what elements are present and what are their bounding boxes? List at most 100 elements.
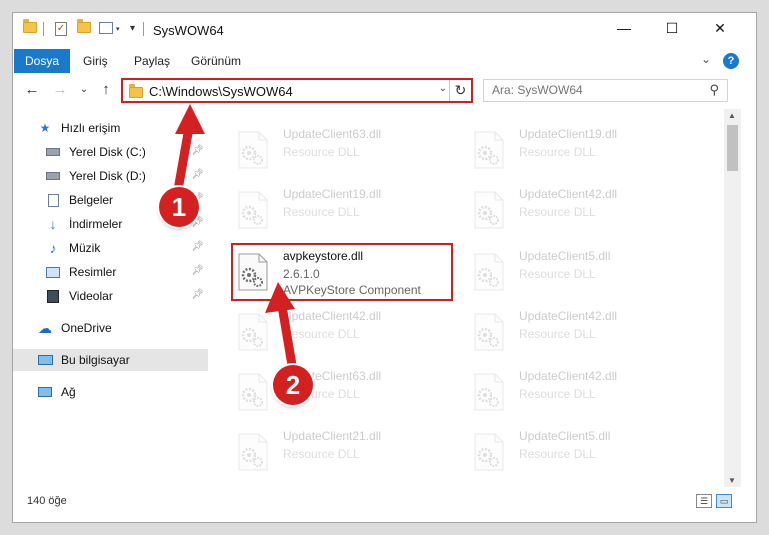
file-detail: Resource DLL <box>283 447 360 461</box>
file-tile[interactable]: UpdateClient42.dll Resource DLL <box>233 305 455 363</box>
sidebar-item-pictures[interactable]: Resimler 📌︎ <box>13 261 208 283</box>
file-tile[interactable]: UpdateClient42.dll Resource DLL <box>469 305 691 363</box>
explorer-window: ✓ ▾ ▾ SysWOW64 — ☐ ✕ Dosya Giriş Paylaş … <box>12 12 757 523</box>
pin-icon: 📌︎ <box>191 169 204 180</box>
dll-file-icon <box>238 373 268 411</box>
file-detail: Resource DLL <box>519 447 596 461</box>
file-name: UpdateClient42.dll <box>283 309 382 323</box>
title-separator-2 <box>143 22 144 36</box>
scroll-down-icon[interactable]: ▼ <box>728 476 736 485</box>
tab-view[interactable]: Görünüm <box>191 54 241 68</box>
file-detail: Resource DLL <box>519 145 596 159</box>
drive-icon <box>45 169 61 183</box>
sidebar-item-label: Hızlı erişim <box>61 121 121 135</box>
dll-file-icon <box>474 433 504 471</box>
file-tile[interactable]: UpdateClient19.dll Resource DLL <box>469 123 691 181</box>
sidebar-item-disk-d[interactable]: Yerel Disk (D:) 📌︎ <box>13 165 208 187</box>
scroll-up-icon[interactable]: ▲ <box>728 111 736 120</box>
file-tile[interactable]: UpdateClient63.dll Resource DLL <box>233 123 455 181</box>
file-tile[interactable]: UpdateClient21.dll Resource DLL <box>233 425 455 483</box>
file-detail: Resource DLL <box>283 327 360 341</box>
vertical-scrollbar[interactable]: ▲ ▼ <box>724 109 741 487</box>
view-details-icon[interactable] <box>99 22 113 34</box>
tab-file[interactable]: Dosya <box>14 49 70 73</box>
sidebar-item-network[interactable]: Ağ <box>13 381 208 403</box>
step-badge-2: 2 <box>273 365 313 405</box>
sidebar-item-label: Videolar <box>69 289 113 303</box>
forward-button[interactable]: → <box>51 79 69 99</box>
minimize-button[interactable]: — <box>601 13 647 43</box>
file-detail: Resource DLL <box>519 387 596 401</box>
drive-icon <box>45 145 61 159</box>
refresh-button[interactable]: ↻ <box>449 80 471 101</box>
navigation-pane: ★ Hızlı erişim Yerel Disk (C:) 📌︎ Yerel … <box>13 109 208 489</box>
file-tile-selected[interactable]: avpkeystore.dll 2.6.1.0 AVPKeyStore Compon… <box>231 243 453 301</box>
file-tile[interactable]: UpdateClient63.dll Resource DLL <box>233 365 455 423</box>
tab-share[interactable]: Paylaş <box>134 54 170 68</box>
file-detail: Resource DLL <box>283 145 360 159</box>
sidebar-item-disk-c[interactable]: Yerel Disk (C:) 📌︎ <box>13 141 208 163</box>
file-tile[interactable]: UpdateClient5.dll Resource DLL <box>469 245 691 303</box>
file-detail: Resource DLL <box>519 327 596 341</box>
sidebar-item-quick-access[interactable]: ★ Hızlı erişim <box>13 117 208 139</box>
pin-icon: 📌︎ <box>191 145 204 156</box>
file-detail: Resource DLL <box>283 205 360 219</box>
dll-file-icon <box>474 131 504 169</box>
network-icon <box>37 385 53 399</box>
sidebar-item-label: Bu bilgisayar <box>61 353 130 367</box>
address-folder-icon <box>129 84 143 98</box>
recent-locations-button[interactable]: ⌄ <box>75 79 93 99</box>
maximize-button[interactable]: ☐ <box>649 13 695 43</box>
pin-icon: 📌︎ <box>191 265 204 276</box>
file-name: UpdateClient42.dll <box>519 309 618 323</box>
dll-file-icon <box>474 373 504 411</box>
dll-file-icon <box>474 313 504 351</box>
properties-check-icon[interactable]: ✓ <box>55 22 67 36</box>
videos-icon <box>45 289 61 303</box>
file-name: UpdateClient19.dll <box>519 127 618 141</box>
step-badge-1: 1 <box>159 187 199 227</box>
file-tile[interactable]: UpdateClient42.dll Resource DLL <box>469 183 691 241</box>
item-count: 140 öğe <box>27 495 67 507</box>
file-name: UpdateClient21.dll <box>283 429 382 443</box>
file-tile[interactable]: UpdateClient19.dll Resource DLL <box>233 183 455 241</box>
file-tile[interactable]: UpdateClient42.dll Resource DLL <box>469 365 691 423</box>
sidebar-item-videos[interactable]: Videolar 📌︎ <box>13 285 208 307</box>
new-folder-icon[interactable] <box>77 19 91 33</box>
details-view-button[interactable]: ☰ <box>696 494 712 508</box>
search-input[interactable] <box>492 83 692 97</box>
computer-icon <box>37 353 53 367</box>
close-button[interactable]: ✕ <box>697 13 743 43</box>
file-name: avpkeystore.dll <box>283 249 364 263</box>
back-button[interactable]: ← <box>23 79 41 99</box>
search-box[interactable]: ⚲ <box>483 79 728 102</box>
sidebar-item-this-pc[interactable]: Bu bilgisayar <box>13 349 208 371</box>
cloud-icon: ☁ <box>38 319 52 336</box>
file-name: UpdateClient19.dll <box>283 187 382 201</box>
status-bar: 140 öğe ☰ ▭ <box>13 489 756 523</box>
ribbon-expand-icon[interactable]: ⌄ <box>701 52 711 66</box>
address-dropdown-icon[interactable]: ⌄ <box>439 83 447 94</box>
dll-file-icon <box>238 313 268 351</box>
address-bar[interactable]: C:\Windows\SysWOW64 ⌄ ↻ <box>121 78 473 103</box>
sidebar-item-label: Yerel Disk (D:) <box>69 169 146 183</box>
large-icons-view-button[interactable]: ▭ <box>716 494 732 508</box>
sidebar-item-label: Belgeler <box>69 193 114 207</box>
sidebar-item-music[interactable]: ♪ Müzik 📌︎ <box>13 237 208 259</box>
tab-home[interactable]: Giriş <box>83 54 108 68</box>
scrollbar-thumb[interactable] <box>727 125 738 171</box>
file-tile[interactable]: UpdateClient5.dll Resource DLL <box>469 425 691 483</box>
sidebar-item-label: Ağ <box>61 385 76 399</box>
customize-qa-icon[interactable]: ▾ <box>130 23 135 34</box>
music-icon: ♪ <box>49 240 57 256</box>
ribbon-tabs: Dosya Giriş Paylaş Görünüm ⌄ ? <box>13 49 756 73</box>
address-path[interactable]: C:\Windows\SysWOW64 <box>149 84 293 99</box>
search-icon[interactable]: ⚲ <box>709 82 719 98</box>
sidebar-item-label: Yerel Disk (C:) <box>69 145 146 159</box>
help-icon[interactable]: ? <box>723 53 739 69</box>
up-button[interactable]: ↑ <box>97 79 115 99</box>
sidebar-item-onedrive[interactable]: ☁ OneDrive <box>13 317 208 339</box>
file-name: UpdateClient5.dll <box>519 429 611 443</box>
dll-file-icon <box>238 191 268 229</box>
qa-dropdown-icon[interactable]: ▾ <box>116 25 120 33</box>
